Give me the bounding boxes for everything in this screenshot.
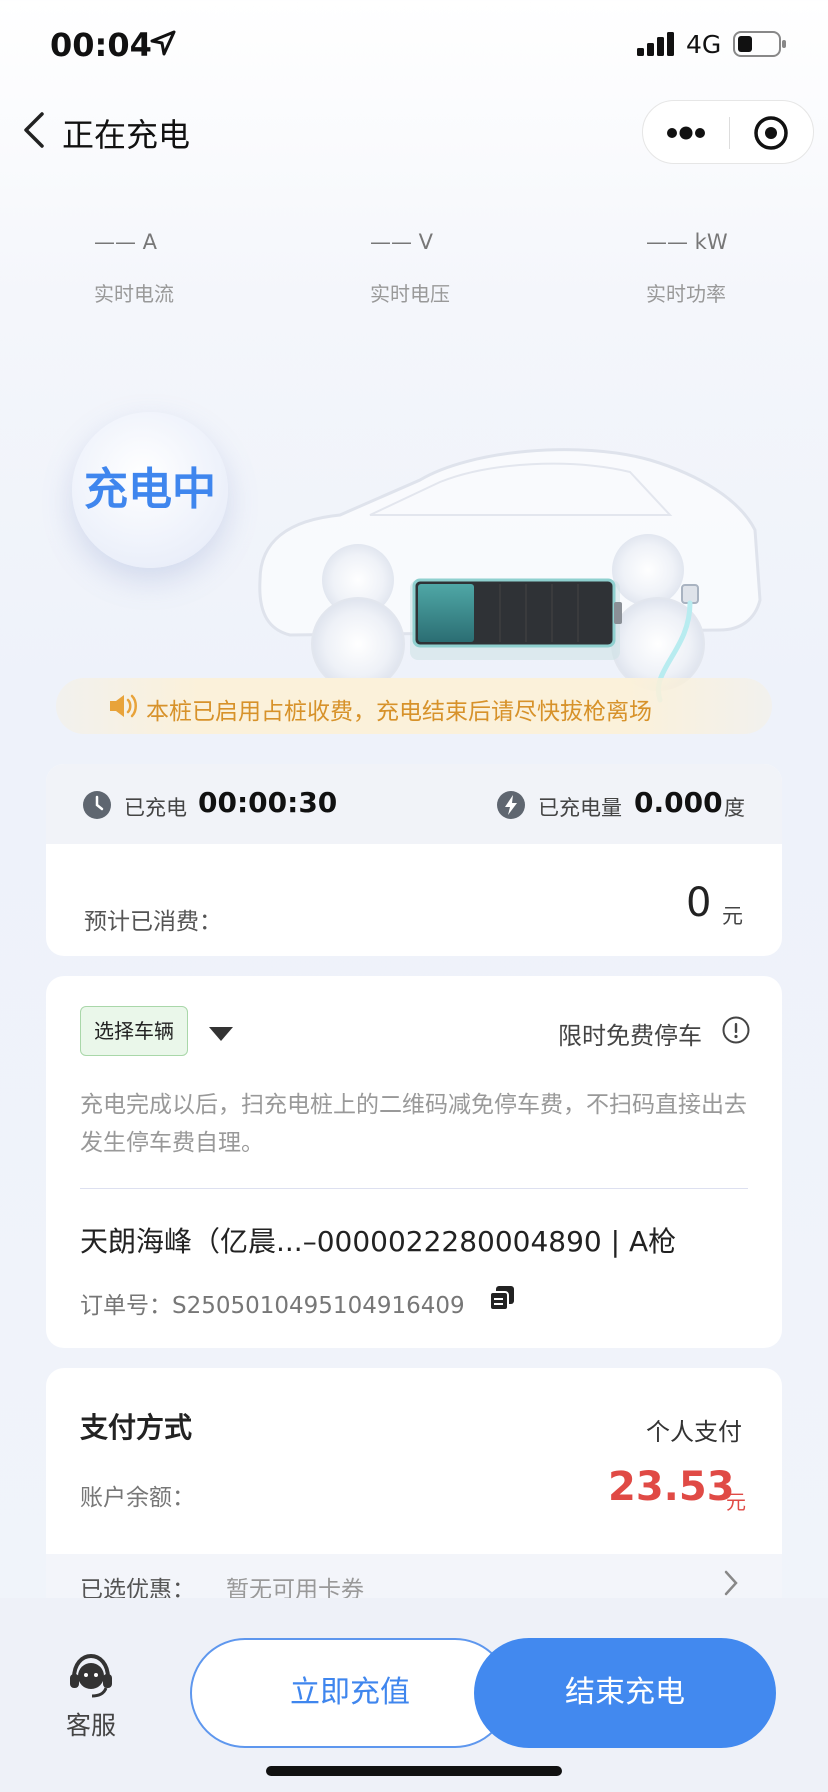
metric-current-value: —— A xyxy=(94,230,158,254)
charging-hero: 充电中 xyxy=(0,390,828,703)
service-label: 客服 xyxy=(65,1711,116,1740)
copy-icon[interactable] xyxy=(488,1284,516,1312)
page-title: 正在充电 xyxy=(62,116,191,154)
nav-bar: 正在充电 xyxy=(0,92,828,172)
clock-icon xyxy=(83,791,111,819)
info-icon[interactable] xyxy=(722,1016,750,1044)
stop-charging-button[interactable]: 结束充电 xyxy=(474,1638,776,1748)
speaker-icon xyxy=(110,694,137,718)
metric-current-label: 实时电流 xyxy=(94,282,174,306)
payment-method[interactable]: 个人支付 xyxy=(646,1412,742,1447)
customer-service-button[interactable]: 客服 xyxy=(56,1650,126,1742)
metric-current: —— A 实时电流 xyxy=(94,230,294,307)
balance-value: 23.53 xyxy=(608,1464,735,1510)
metric-power-value: —— kW xyxy=(646,230,728,254)
charge-summary-card: 已充电 00:00:30 已充电量 0.000 度 预计已消费： 0 元 xyxy=(46,764,782,956)
caret-down-icon[interactable] xyxy=(208,1026,234,1042)
signal-icon xyxy=(637,32,674,56)
more-icon[interactable] xyxy=(665,121,707,145)
estimated-cost-value: 0 xyxy=(686,880,712,926)
back-icon[interactable] xyxy=(20,110,48,150)
charging-status-bubble: 充电中 xyxy=(72,412,228,568)
estimated-cost-label: 预计已消费： xyxy=(84,909,222,935)
bottom-action-bar: 客服 立即充值 结束充电 xyxy=(0,1598,828,1792)
charge-progress-row: 已充电 00:00:30 已充电量 0.000 度 xyxy=(46,764,782,844)
balance-label: 账户余额： xyxy=(80,1485,195,1511)
charged-energy-unit: 度 xyxy=(724,796,745,820)
charged-time-value: 00:00:30 xyxy=(198,786,338,819)
car-battery-illustration xyxy=(258,448,762,703)
status-time: 00:04 xyxy=(50,26,152,64)
metric-voltage-value: —— V xyxy=(370,230,434,254)
metric-power-label: 实时功率 xyxy=(646,282,726,306)
charging-status-text: 充电中 xyxy=(84,464,216,515)
notice-text: 本桩已启用占桩收费，充电结束后请尽快拔枪离场 xyxy=(146,699,652,725)
realtime-metrics: —— A 实时电流 —— V 实时电压 —— kW 实时功率 xyxy=(0,230,828,320)
station-name: 天朗海峰（亿晨...–0000022280004890 | A枪 xyxy=(80,1225,677,1258)
metric-voltage-label: 实时电压 xyxy=(370,282,450,306)
headset-icon xyxy=(70,1653,112,1698)
select-vehicle-button[interactable]: 选择车辆 xyxy=(80,1006,188,1056)
metric-power: —— kW 实时功率 xyxy=(646,230,828,307)
order-number: 订单号：S2505010495104916409 xyxy=(80,1293,465,1319)
charged-time-label: 已充电 xyxy=(124,796,187,820)
balance-unit: 元 xyxy=(726,1490,746,1514)
charged-energy-value: 0.000 xyxy=(634,786,723,819)
home-indicator xyxy=(266,1766,562,1776)
vehicle-parking-card: 选择车辆 限时免费停车 充电完成以后，扫充电桩上的二维码减免停车费，不扫码直接出… xyxy=(46,976,782,1348)
bolt-icon xyxy=(497,791,525,819)
close-target-icon[interactable] xyxy=(753,115,789,151)
charged-energy-label: 已充电量 xyxy=(538,796,622,820)
capsule-divider xyxy=(729,117,730,149)
location-arrow-icon xyxy=(150,30,176,56)
mini-program-capsule xyxy=(642,100,814,164)
occupancy-fee-notice: 本桩已启用占桩收费，充电结束后请尽快拔枪离场 xyxy=(56,678,772,734)
metric-voltage: —— V 实时电压 xyxy=(370,230,570,307)
status-bar: 00:04 4G xyxy=(0,0,828,90)
network-label: 4G xyxy=(686,30,722,59)
payment-title: 支付方式 xyxy=(80,1411,193,1444)
free-parking-label: 限时免费停车 xyxy=(558,1022,702,1050)
section-divider xyxy=(80,1188,748,1189)
estimated-cost-unit: 元 xyxy=(722,904,743,928)
parking-description: 充电完成以后，扫充电桩上的二维码减免停车费，不扫码直接出去发生停车费自理。 xyxy=(80,1092,747,1156)
chevron-right-icon xyxy=(724,1570,738,1596)
recharge-button[interactable]: 立即充值 xyxy=(190,1638,510,1748)
battery-icon xyxy=(733,31,786,57)
